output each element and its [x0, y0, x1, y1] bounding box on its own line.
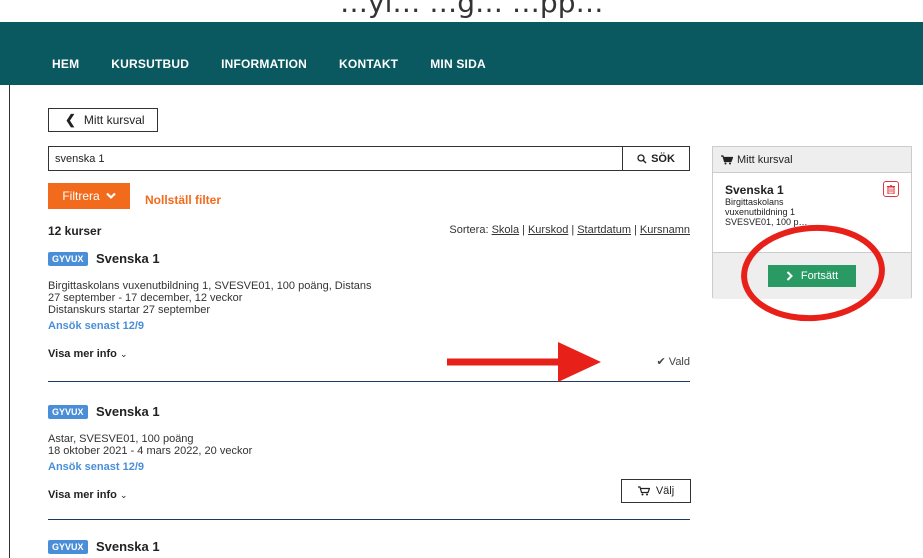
select-course-button[interactable]: Välj — [621, 479, 691, 503]
nav-item-kontakt[interactable]: KONTAKT — [339, 57, 398, 71]
course-start-line: Distanskurs startar 27 september — [48, 304, 211, 316]
trash-icon — [887, 184, 895, 194]
continue-button[interactable]: Fortsätt — [768, 265, 856, 287]
search-input[interactable] — [49, 147, 622, 170]
nav-item-information[interactable]: INFORMATION — [221, 57, 307, 71]
show-more-info-link[interactable]: Visa mer info ⌄ — [48, 489, 128, 501]
cart-course-detail: SVESVE01, 100 p… — [725, 217, 808, 227]
course-title[interactable]: Svenska 1 — [96, 251, 160, 266]
cart-header-label: Mitt kursval — [737, 153, 793, 166]
reset-filter-link[interactable]: Nollställ filter — [145, 193, 221, 207]
page-left-border — [9, 85, 10, 558]
course-title[interactable]: Svenska 1 — [96, 404, 160, 419]
cart-course-title: Svenska 1 — [725, 183, 784, 197]
chevron-down-icon — [105, 192, 116, 200]
chevron-down-icon: ⌄ — [119, 349, 128, 359]
search-icon — [637, 153, 647, 163]
sort-label: Sortera: — [449, 224, 489, 236]
apply-deadline: Ansök senast 12/9 — [48, 320, 144, 332]
cart-icon — [721, 154, 733, 164]
back-to-course-selection-button[interactable]: ❮ Mitt kursval — [48, 108, 158, 132]
course-type-badge: GYVUX — [48, 404, 88, 419]
sort-by-school-link[interactable]: Skola — [492, 224, 520, 236]
course-title[interactable]: Svenska 1 — [96, 539, 160, 554]
sort-by-start-date-link[interactable]: Startdatum — [577, 224, 631, 236]
course-dates-line: 27 september - 17 december, 12 veckor — [48, 292, 243, 304]
course-divider — [48, 519, 690, 520]
nav-item-kursutbud[interactable]: KURSUTBUD — [111, 57, 189, 71]
course-divider — [48, 381, 690, 382]
cart-course-detail: vuxenutbildning 1 — [725, 207, 796, 217]
continue-button-label: Fortsätt — [800, 270, 839, 282]
sort-by-course-code-link[interactable]: Kurskod — [528, 224, 568, 236]
course-type-badge: GYVUX — [48, 539, 88, 554]
course-cart-panel: Mitt kursval Svenska 1 Birgittaskolans v… — [712, 146, 912, 299]
cart-header: Mitt kursval — [713, 147, 911, 173]
select-button-label: Välj — [655, 485, 675, 497]
course-item: GYVUX Svenska 1 Astar, SVESVE01, 100 poä… — [48, 403, 690, 503]
search-button-label: SÖK — [651, 152, 675, 165]
course-info-line: Birgittaskolans vuxenutbildning 1, SVESV… — [48, 280, 372, 292]
sort-by-course-name-link[interactable]: Kursnamn — [640, 224, 690, 236]
course-item: GYVUX Svenska 1 — [48, 538, 690, 556]
sort-options: Sortera: Skola | Kurskod | Startdatum | Kursna… — [449, 224, 690, 236]
nav-item-hem[interactable]: HEM — [52, 57, 79, 71]
checkmark-icon: ✔ — [656, 356, 666, 368]
top-text: …yl… …g… …pp… — [340, 0, 604, 19]
result-count: 12 kurser — [48, 224, 102, 238]
course-dates-line: 18 oktober 2021 - 4 mars 2022, 20 veckor — [48, 445, 253, 457]
cart-item: Svenska 1 Birgittaskolans vuxenutbildnin… — [713, 173, 911, 237]
course-type-badge: GYVUX — [48, 251, 88, 266]
filter-button-label: Filtrera — [62, 189, 100, 203]
apply-deadline: Ansök senast 12/9 — [48, 461, 144, 473]
filter-button[interactable]: Filtrera — [48, 183, 130, 209]
cart-footer: Fortsätt — [713, 252, 911, 299]
chevron-left-icon: ❮ — [65, 112, 76, 127]
course-info-line: Astar, SVESVE01, 100 poäng — [48, 433, 194, 445]
chevron-down-icon: ⌄ — [119, 490, 128, 500]
cart-course-detail: Birgittaskolans — [725, 197, 784, 207]
cart-icon — [637, 486, 650, 496]
search-bar: SÖK — [48, 146, 690, 171]
course-item: GYVUX Svenska 1 Birgittaskolans vuxenutb… — [48, 250, 690, 362]
back-button-label: Mitt kursval — [83, 113, 145, 127]
show-more-info-link[interactable]: Visa mer info ⌄ — [48, 348, 128, 360]
search-button[interactable]: SÖK — [622, 147, 689, 170]
chevron-right-icon — [786, 271, 793, 281]
nav-item-min-sida[interactable]: MIN SIDA — [430, 57, 486, 71]
top-strip: …yl… …g… …pp… — [0, 0, 923, 22]
remove-course-button[interactable] — [883, 181, 899, 197]
selected-status: ✔ Vald — [656, 356, 690, 368]
main-navigation: HEM KURSUTBUD INFORMATION KONTAKT MIN SI… — [0, 22, 923, 85]
